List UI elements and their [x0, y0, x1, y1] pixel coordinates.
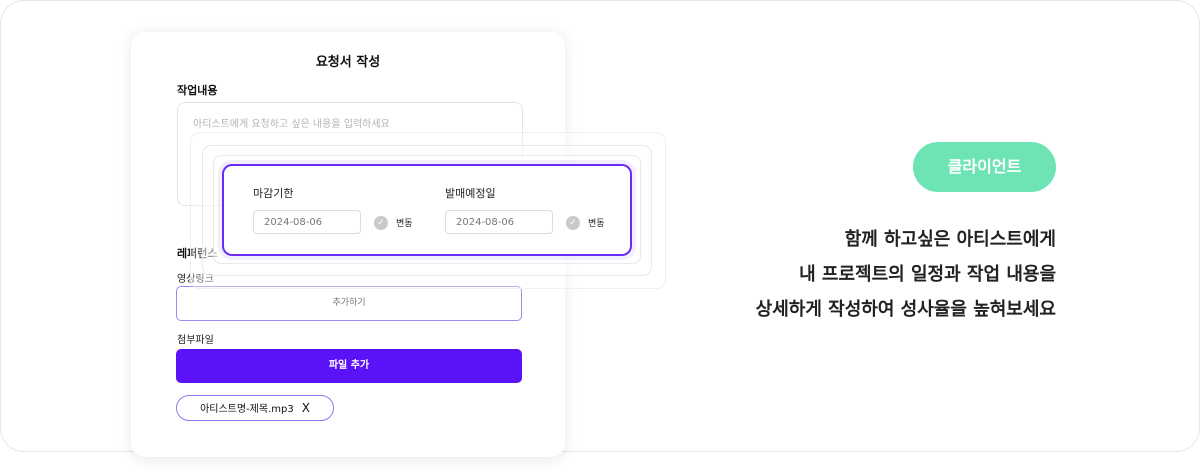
release-date-label: 발매예정일 — [445, 187, 496, 200]
attachment-label: 첨부파일 — [177, 335, 214, 346]
release-date-input[interactable]: 2024-08-06 — [445, 210, 553, 234]
work-content-placeholder: 아티스트에게 요청하고 싶은 내용을 입력하세요 — [193, 119, 390, 130]
description-line: 내 프로젝트의 일정과 작업 내용을 — [799, 264, 1056, 285]
deadline-label: 마감기한 — [253, 187, 294, 200]
add-file-button[interactable]: 파일 추가 — [176, 349, 522, 383]
release-change-check-icon[interactable]: ✓ — [566, 216, 580, 230]
schedule-panel: 마감기한 2024-08-06 ✓ 변동 발매예정일 2024-08-06 ✓ … — [222, 164, 632, 256]
attached-file-name: 아티스트명-제목.mp3 — [200, 404, 294, 415]
deadline-input[interactable]: 2024-08-06 — [253, 210, 361, 234]
description-line: 함께 하고싶은 아티스트에게 — [844, 229, 1056, 250]
description-line: 상세하게 작성하여 성사율을 높혀보세요 — [755, 299, 1056, 320]
deadline-change-label: 변동 — [396, 219, 413, 229]
form-title: 요청서 작성 — [315, 55, 381, 70]
attached-file-chip[interactable]: 아티스트명-제목.mp3 X — [176, 395, 334, 421]
deadline-change-check-icon[interactable]: ✓ — [374, 216, 388, 230]
work-content-label: 작업내용 — [177, 84, 218, 97]
feature-description: 함께 하고싶은 아티스트에게 내 프로젝트의 일정과 작업 내용을 상세하게 작… — [756, 222, 1056, 327]
video-link-input[interactable]: 추가하기 — [176, 286, 522, 321]
client-badge: 클라이언트 — [913, 142, 1056, 192]
release-change-label: 변동 — [588, 219, 605, 229]
remove-file-icon[interactable]: X — [302, 401, 310, 415]
